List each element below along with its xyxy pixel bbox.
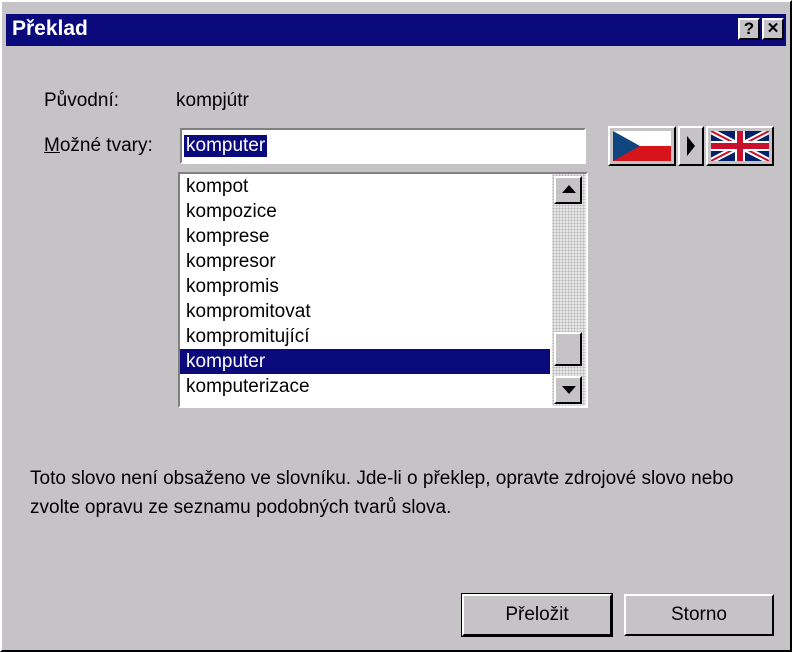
scroll-thumb[interactable] xyxy=(554,332,582,366)
list-item[interactable]: kompresor xyxy=(180,249,550,274)
list-item[interactable]: komprese xyxy=(180,224,550,249)
cancel-button[interactable]: Storno xyxy=(624,594,774,636)
list-item-selected[interactable]: komputer xyxy=(180,349,550,374)
original-label: Původní: xyxy=(44,90,119,111)
forms-label-accel: M xyxy=(44,135,60,156)
original-value: kompjútr xyxy=(176,90,249,111)
czech-language-button[interactable] xyxy=(608,126,676,166)
dialog-title: Překlad xyxy=(12,17,88,40)
forms-input-value: komputer xyxy=(182,134,269,158)
close-button[interactable]: ✕ xyxy=(762,18,784,40)
translate-dialog: Překlad ? ✕ Původní: kompjútr Možné tvar… xyxy=(0,0,792,652)
swap-direction-button[interactable] xyxy=(678,126,704,166)
list-item[interactable]: kompromitující xyxy=(180,324,550,349)
forms-list-items: kompot kompozice komprese kompresor komp… xyxy=(180,174,550,399)
list-item[interactable]: kompromis xyxy=(180,274,550,299)
uk-flag-icon xyxy=(711,131,769,161)
arrow-up-icon xyxy=(562,185,576,193)
list-item[interactable]: kompromitovat xyxy=(180,299,550,324)
scroll-down-button[interactable] xyxy=(554,376,582,404)
scroll-up-button[interactable] xyxy=(554,176,582,204)
english-language-button[interactable] xyxy=(706,126,774,166)
forms-label: Možné tvary: xyxy=(44,135,153,157)
czech-flag-icon xyxy=(613,131,671,161)
forms-label-text: ožné tvary: xyxy=(59,135,153,156)
arrow-down-icon xyxy=(562,386,576,394)
title-bar: Překlad ? ✕ xyxy=(6,14,786,46)
forms-input[interactable]: komputer xyxy=(180,128,586,164)
list-item[interactable]: kompot xyxy=(180,174,550,199)
arrow-right-icon xyxy=(687,136,695,156)
list-item[interactable]: kompozice xyxy=(180,199,550,224)
translate-button[interactable]: Přeložit xyxy=(461,593,613,637)
list-item[interactable]: komputerizace xyxy=(180,374,550,399)
list-scrollbar[interactable] xyxy=(552,174,586,406)
forms-list[interactable]: kompot kompozice komprese kompresor komp… xyxy=(178,172,588,408)
help-button[interactable]: ? xyxy=(738,18,760,40)
info-message: Toto slovo není obsaženo ve slovníku. Jd… xyxy=(30,468,734,518)
